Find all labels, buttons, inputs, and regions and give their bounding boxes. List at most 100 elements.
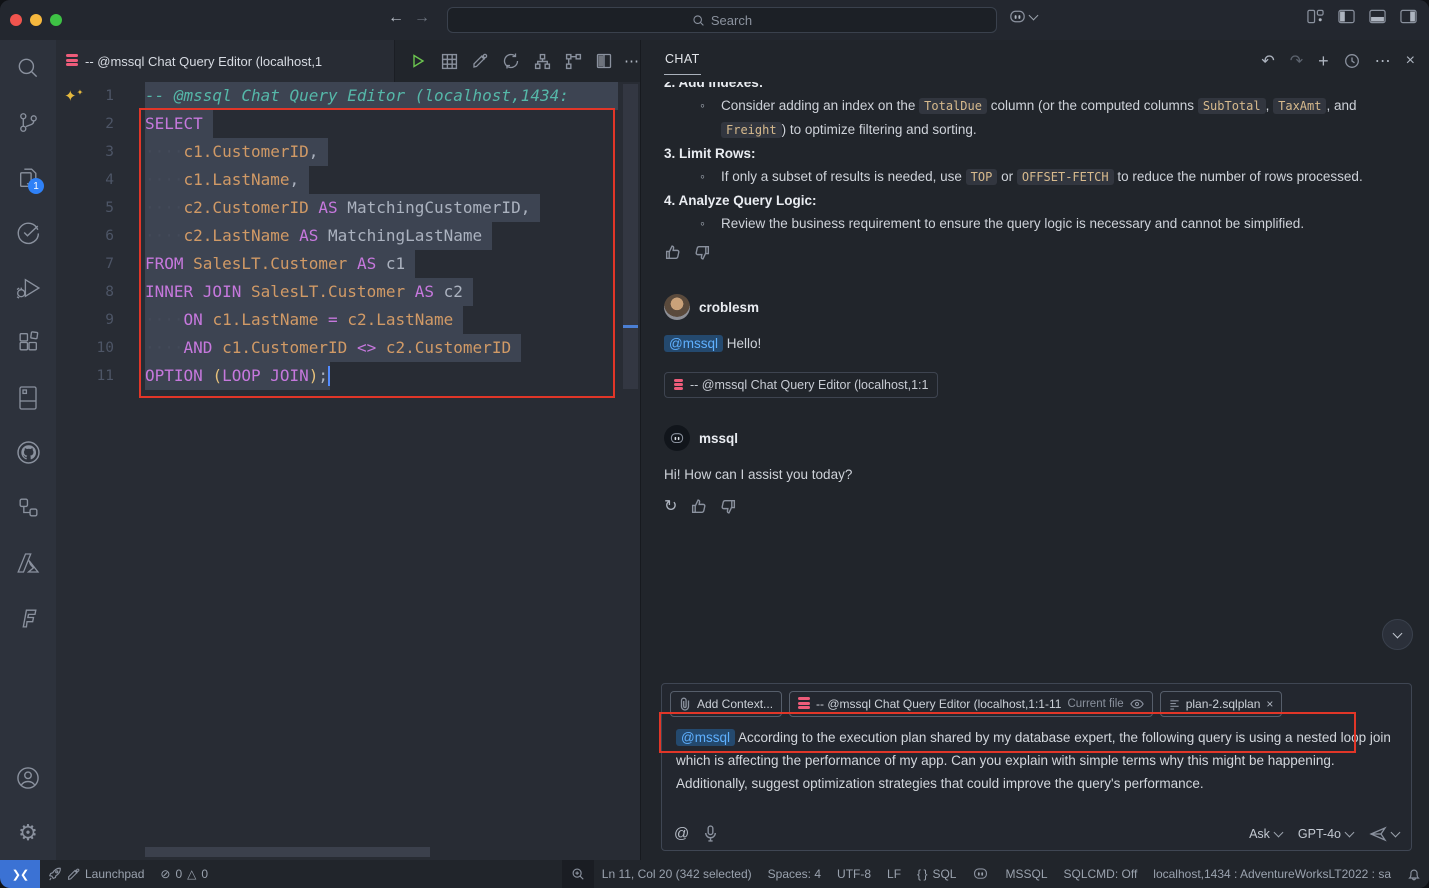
thumbs-up-icon[interactable] [690,498,707,515]
scroll-to-bottom-button[interactable] [1382,619,1413,650]
sidebar-item-search[interactable] [0,40,56,95]
code-line[interactable]: 1-- @mssql Chat Query Editor (localhost,… [56,82,618,110]
toggle-primary-sidebar-icon[interactable] [1338,9,1355,24]
line-number: 8 [56,278,145,306]
editor-horizontal-scrollbar[interactable] [145,847,430,857]
code-line[interactable]: 11OPTION (LOOP JOIN); [56,362,618,390]
code-editor[interactable]: 1-- @mssql Chat Query Editor (localhost,… [56,82,618,843]
close-panel-icon[interactable]: × [1406,52,1415,70]
remove-chip-icon[interactable]: × [1266,697,1273,711]
code-line[interactable]: 9····ON c1.LastName = c2.LastName [56,306,618,334]
sqlcmd-pen-icon[interactable] [469,50,491,72]
status-bar: ❯❮ Launchpad ⊘0 △0 Ln 11, Col 20 (342 se… [0,860,1429,888]
editor-tab[interactable]: -- @mssql Chat Query Editor (localhost,1 [56,40,395,82]
code-line[interactable]: 6····c2.LastName AS MatchingLastName [56,222,618,250]
zoom-window-button[interactable] [50,14,62,26]
sidebar-item-source-control[interactable] [0,95,56,150]
message-attachment-pill[interactable]: -- @mssql Chat Query Editor (localhost,1… [664,372,938,398]
retry-icon[interactable]: ↻ [664,495,677,518]
microphone-icon[interactable] [704,825,717,842]
actual-plan-icon[interactable] [531,50,553,72]
assistant-message-text: Hi! How can I assist you today? [664,463,1411,486]
eye-icon[interactable] [1130,699,1144,709]
estimated-plan-icon[interactable] [500,50,522,72]
settings-button[interactable]: ⚙ [0,805,56,860]
line-number: 6 [56,222,145,250]
back-icon[interactable]: ← [388,9,404,27]
eol-button[interactable]: LF [879,860,909,888]
mssql-button[interactable]: MSSQL [997,860,1055,888]
undo-icon[interactable]: ↶ [1261,51,1274,71]
response-bullet: ◦Consider adding an index on the TotalDu… [700,94,1411,142]
sqlcmd-button[interactable]: SQLCMD: Off [1056,860,1146,888]
accounts-button[interactable] [0,750,56,805]
close-window-button[interactable] [10,14,22,26]
command-center-search[interactable]: Search [447,7,997,33]
bullet-icon: ◦ [700,212,721,235]
mention-chip[interactable]: @mssql [664,335,723,352]
more-actions-icon[interactable]: ⋯ [624,52,640,70]
results-grid-icon[interactable] [438,50,460,72]
minimize-window-button[interactable] [30,14,42,26]
toggle-secondary-sidebar-icon[interactable] [1400,9,1417,24]
encoding-button[interactable]: UTF-8 [829,860,879,888]
code-line[interactable]: 3····c1.CustomerID, [56,138,618,166]
history-icon[interactable] [1344,53,1360,69]
mode-dropdown[interactable]: Ask [1249,827,1282,841]
toggle-panel-icon[interactable] [1369,9,1386,24]
sidebar-item-query-history[interactable] [0,205,56,260]
copilot-icon [1008,9,1027,25]
bullet-icon: ◦ [700,94,721,142]
sidebar-item-explorer[interactable]: 1 [0,150,56,205]
new-chat-icon[interactable]: + [1318,51,1329,72]
forward-icon[interactable]: → [414,9,430,27]
thumbs-up-icon[interactable] [664,244,681,261]
sidebar-item-extensions[interactable] [0,315,56,370]
code-line[interactable]: 4····c1.LastName, [56,166,618,194]
assistant-name: mssql [699,427,738,450]
problems-button[interactable]: ⊘0 △0 [152,860,216,888]
chat-input-container[interactable]: Add Context... -- @mssql Chat Query Edit… [661,683,1412,851]
code-line[interactable]: 8INNER JOIN SalesLT.Customer AS c2 [56,278,618,306]
sidebar-item-database-projects[interactable] [0,590,56,645]
current-file-chip[interactable]: -- @mssql Chat Query Editor (localhost,1… [789,691,1153,717]
sidebar-item-azure[interactable] [0,535,56,590]
account-icon [15,765,41,791]
plan-file-chip[interactable]: plan-2.sqlplan × [1160,691,1283,717]
sidebar-item-schema-compare[interactable] [0,480,56,535]
language-mode-button[interactable]: { }SQL [909,860,964,888]
connection-node-icon[interactable] [562,50,584,72]
copilot-menu-button[interactable] [1008,9,1037,25]
zoom-indicator[interactable] [562,860,594,888]
more-actions-icon[interactable]: ⋯ [1375,51,1391,71]
add-context-button[interactable]: Add Context... [670,691,782,717]
model-dropdown[interactable]: GPT-4o [1298,827,1353,841]
indentation-button[interactable]: Spaces: 4 [760,860,829,888]
code-line[interactable]: 2SELECT [56,110,618,138]
redo-icon[interactable]: ↷ [1290,51,1303,71]
chat-input-text[interactable]: @mssql According to the execution plan s… [662,720,1411,795]
file-chip-label: -- @mssql Chat Query Editor (localhost,1… [816,697,1061,711]
thumbs-down-icon[interactable] [694,244,711,261]
sidebar-item-notebooks[interactable] [0,370,56,425]
mention-picker-icon[interactable]: @ [674,825,689,842]
customize-layout-icon[interactable] [1307,9,1324,24]
warning-count: 0 [201,867,208,881]
copilot-status-button[interactable] [964,860,997,888]
thumbs-down-icon[interactable] [720,498,737,515]
launchpad-button[interactable]: Launchpad [40,860,152,888]
send-button[interactable] [1369,826,1399,842]
code-line[interactable]: 7FROM SalesLT.Customer AS c1 [56,250,618,278]
editor-vertical-scrollbar[interactable] [623,84,638,389]
split-editor-icon[interactable] [593,50,615,72]
connection-button[interactable]: localhost,1434 : AdventureWorksLT2022 : … [1145,860,1399,888]
cursor-position-button[interactable]: Ln 11, Col 20 (342 selected) [594,860,760,888]
sidebar-item-github[interactable] [0,425,56,480]
code-line[interactable]: 10····AND c1.CustomerID <> c2.CustomerID [56,334,618,362]
notifications-button[interactable] [1399,860,1429,888]
remote-indicator[interactable]: ❯❮ [0,860,40,888]
code-line[interactable]: 5····c2.CustomerID AS MatchingCustomerID… [56,194,618,222]
sidebar-item-run-debug[interactable] [0,260,56,315]
run-query-button[interactable] [407,50,429,72]
check-circle-icon [15,220,41,246]
